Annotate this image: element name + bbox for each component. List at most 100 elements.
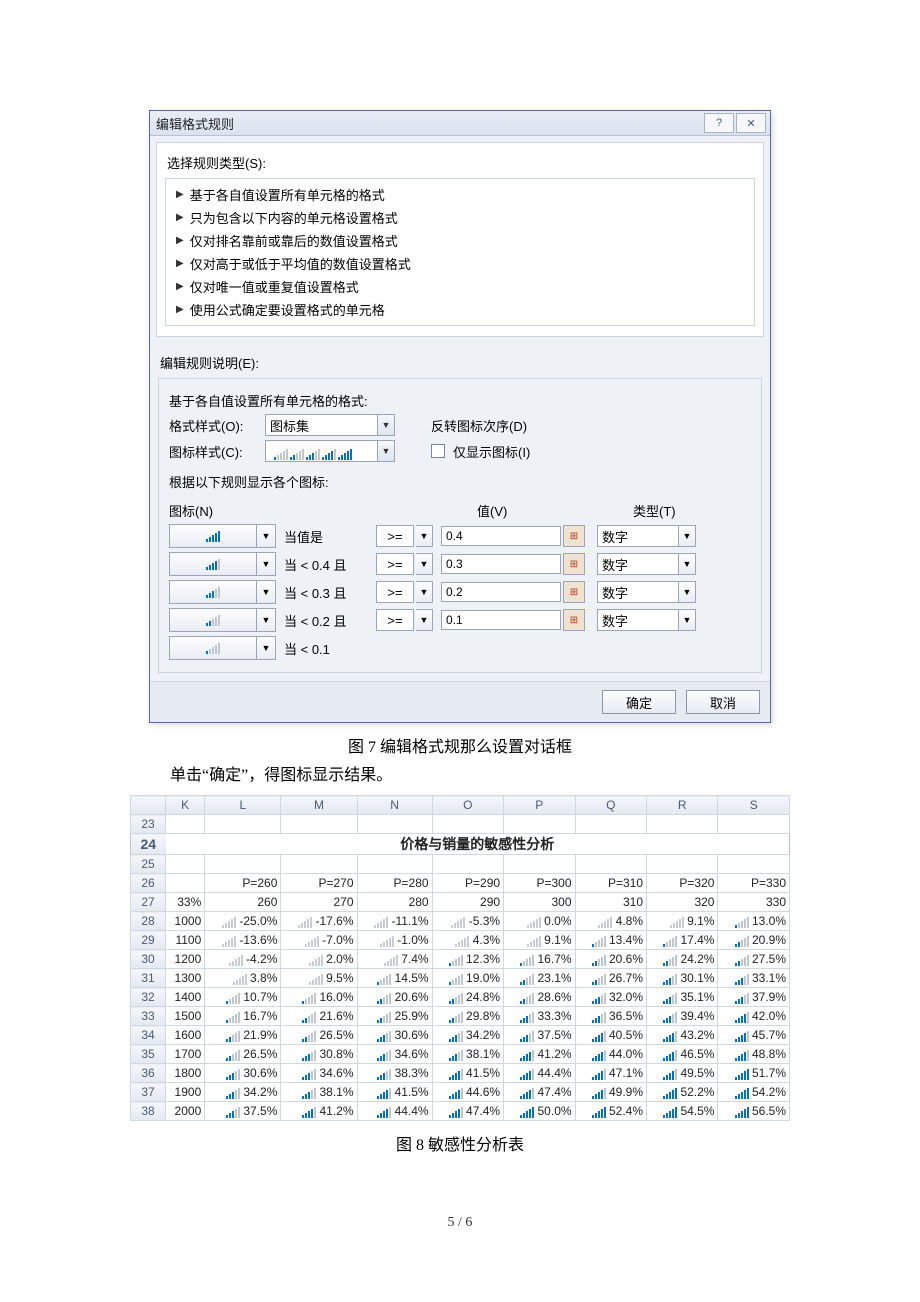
cell[interactable]: 23.1% [504, 969, 575, 988]
cell[interactable]: P=260 [205, 874, 281, 893]
col-header[interactable]: S [718, 796, 790, 815]
close-button[interactable]: ✕ [736, 113, 766, 133]
rule-type-item[interactable]: ▶仅对唯一值或重复值设置格式 [172, 275, 748, 298]
rule-type-item[interactable]: ▶基于各自值设置所有单元格的格式 [172, 183, 748, 206]
cell[interactable]: 2000 [166, 1102, 205, 1121]
ok-button[interactable]: 确定 [602, 690, 676, 714]
rule-type-select[interactable]: 数字 [597, 581, 679, 603]
cell[interactable] [718, 815, 790, 834]
cell[interactable]: 280 [357, 893, 432, 912]
cell[interactable]: 1100 [166, 931, 205, 950]
chevron-down-icon[interactable]: ▼ [416, 609, 433, 631]
cell[interactable]: P=270 [281, 874, 357, 893]
cell[interactable]: 38.3% [357, 1064, 432, 1083]
cell[interactable]: 10.7% [205, 988, 281, 1007]
cell[interactable]: 19.0% [432, 969, 503, 988]
cell[interactable]: 2.0% [281, 950, 357, 969]
cell[interactable]: 49.9% [575, 1083, 646, 1102]
cell[interactable]: 7.4% [357, 950, 432, 969]
cell[interactable]: P=320 [647, 874, 718, 893]
rule-value-input[interactable]: 0.1 [441, 610, 561, 630]
cell[interactable]: 260 [205, 893, 281, 912]
cell[interactable]: -25.0% [205, 912, 281, 931]
cell[interactable]: P=280 [357, 874, 432, 893]
rule-type-item[interactable]: ▶仅对排名靠前或靠后的数值设置格式 [172, 229, 748, 252]
cell[interactable]: 330 [718, 893, 790, 912]
help-button[interactable]: ? [704, 113, 734, 133]
row-header[interactable]: 37 [131, 1083, 166, 1102]
cell[interactable]: -1.0% [357, 931, 432, 950]
row-header[interactable]: 23 [131, 815, 166, 834]
col-header[interactable]: O [432, 796, 503, 815]
cell[interactable]: 35.1% [647, 988, 718, 1007]
cell[interactable]: 9.5% [281, 969, 357, 988]
cell[interactable]: -17.6% [281, 912, 357, 931]
cell[interactable]: 36.5% [575, 1007, 646, 1026]
rule-type-select[interactable]: 数字 [597, 553, 679, 575]
col-header[interactable]: Q [575, 796, 646, 815]
row-header[interactable]: 27 [131, 893, 166, 912]
cell[interactable] [205, 815, 281, 834]
cell[interactable]: 0.0% [504, 912, 575, 931]
cell[interactable]: 13.0% [718, 912, 790, 931]
cell[interactable]: 1200 [166, 950, 205, 969]
cell[interactable]: 52.4% [575, 1102, 646, 1121]
cell[interactable]: 42.0% [718, 1007, 790, 1026]
range-picker-icon[interactable]: ⊞ [563, 525, 585, 547]
chevron-down-icon[interactable]: ▼ [416, 581, 433, 603]
cell[interactable]: 12.3% [432, 950, 503, 969]
cell[interactable]: 1400 [166, 988, 205, 1007]
range-picker-icon[interactable]: ⊞ [563, 553, 585, 575]
cell[interactable]: P=300 [504, 874, 575, 893]
cell[interactable]: 41.5% [432, 1064, 503, 1083]
cell[interactable]: P=330 [718, 874, 790, 893]
rule-icon-select[interactable] [169, 636, 257, 660]
chevron-down-icon[interactable]: ▼ [257, 552, 276, 576]
cell[interactable] [647, 855, 718, 874]
chevron-down-icon[interactable]: ▼ [416, 525, 433, 547]
cell[interactable]: 39.4% [647, 1007, 718, 1026]
format-style-select[interactable]: 图标集 ▼ [265, 414, 395, 436]
cell[interactable]: 300 [504, 893, 575, 912]
rule-type-select[interactable]: 数字 [597, 609, 679, 631]
cell[interactable] [575, 815, 646, 834]
row-header[interactable]: 36 [131, 1064, 166, 1083]
chevron-down-icon[interactable]: ▼ [257, 524, 276, 548]
row-header[interactable]: 28 [131, 912, 166, 931]
cell[interactable]: 41.5% [357, 1083, 432, 1102]
cell[interactable]: 34.2% [432, 1026, 503, 1045]
rule-operator-select[interactable]: >= [376, 553, 414, 575]
rule-icon-select[interactable] [169, 524, 257, 548]
cell[interactable]: 30.6% [357, 1026, 432, 1045]
cell[interactable]: 1300 [166, 969, 205, 988]
rule-icon-select[interactable] [169, 552, 257, 576]
cell[interactable]: 51.7% [718, 1064, 790, 1083]
cell[interactable]: 37.5% [504, 1026, 575, 1045]
cell[interactable]: 47.4% [432, 1102, 503, 1121]
cell[interactable]: 9.1% [647, 912, 718, 931]
cell[interactable] [281, 815, 357, 834]
cell[interactable]: 54.5% [647, 1102, 718, 1121]
cell[interactable]: 26.5% [281, 1026, 357, 1045]
cell[interactable]: 1000 [166, 912, 205, 931]
cell[interactable]: 16.7% [205, 1007, 281, 1026]
reverse-order-link[interactable]: 反转图标次序(D) [431, 416, 527, 435]
cell[interactable]: 41.2% [281, 1102, 357, 1121]
row-header[interactable]: 33 [131, 1007, 166, 1026]
cell[interactable]: -11.1% [357, 912, 432, 931]
cell[interactable]: 40.5% [575, 1026, 646, 1045]
cell[interactable] [432, 815, 503, 834]
row-header[interactable]: 26 [131, 874, 166, 893]
chevron-down-icon[interactable]: ▼ [257, 636, 276, 660]
rule-type-item[interactable]: ▶使用公式确定要设置格式的单元格 [172, 298, 748, 321]
cell[interactable]: 13.4% [575, 931, 646, 950]
cell[interactable]: 33% [166, 893, 205, 912]
row-header[interactable]: 31 [131, 969, 166, 988]
cell[interactable]: 20.9% [718, 931, 790, 950]
cell[interactable]: 41.2% [504, 1045, 575, 1064]
chevron-down-icon[interactable]: ▼ [679, 609, 696, 631]
cell[interactable] [166, 874, 205, 893]
chevron-down-icon[interactable]: ▼ [679, 525, 696, 547]
cell[interactable] [432, 855, 503, 874]
cell[interactable]: 33.1% [718, 969, 790, 988]
